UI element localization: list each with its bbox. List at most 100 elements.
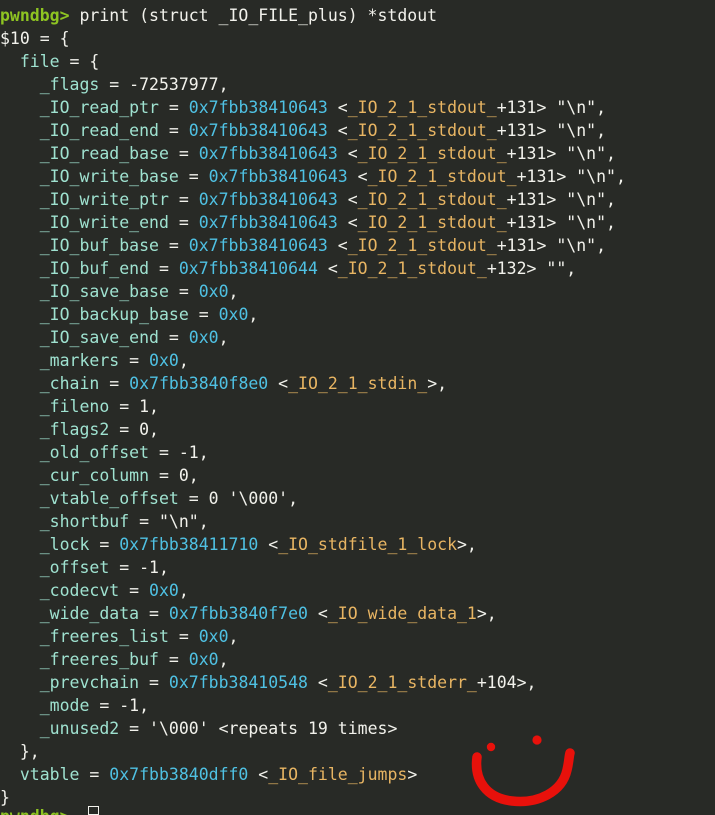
token-sym: _IO_2_1_stdout_	[337, 259, 487, 278]
terminal-line: _flags = -72537977,	[0, 73, 715, 96]
token-plain: <	[258, 535, 279, 554]
terminal-line: _prevchain = 0x7fbb38410548 <_IO_2_1_std…	[0, 671, 715, 694]
token-field: _flags	[39, 75, 100, 94]
token-plain: +131>	[506, 213, 567, 232]
token-plain: times>	[327, 719, 398, 738]
terminal-line: _shortbuf = "\n",	[0, 510, 715, 533]
token-sym: _IO_2_1_stdin_	[288, 374, 428, 393]
token-plain: <	[337, 190, 358, 209]
token-plain: =	[168, 144, 199, 163]
token-plain: ,	[248, 305, 259, 324]
token-plain: <	[327, 236, 348, 255]
token-plain: ,	[228, 282, 239, 301]
token-plain: =	[139, 673, 169, 692]
token-sym: _IO_2_1_stdout_	[357, 144, 507, 163]
token-plain: =	[119, 581, 150, 600]
token-str: "\n"	[158, 512, 199, 531]
terminal-line: _IO_save_base = 0x0,	[0, 280, 715, 303]
token-sym: _IO_wide_data_1	[327, 604, 477, 623]
token-field: _flags2	[39, 420, 110, 439]
token-addr: 0x7fbb38410643	[198, 190, 338, 209]
token-plain: =	[89, 696, 120, 715]
token-str: "\n"	[566, 213, 607, 232]
token-plain: =	[168, 627, 199, 646]
token-plain: =	[168, 282, 199, 301]
token-plain: ,	[606, 213, 616, 232]
token-str: "\n"	[556, 121, 597, 140]
token-addr: 0x0	[218, 305, 249, 324]
terminal-output: pwndbg> print (struct _IO_FILE_plus) *st…	[0, 4, 715, 809]
token-field: _IO_write_end	[39, 213, 169, 232]
token-sym: _IO_2_1_stdout_	[347, 98, 497, 117]
text-cursor[interactable]	[88, 806, 99, 815]
token-plain: +131>	[496, 236, 557, 255]
terminal-line: _IO_write_base = 0x7fbb38410643 <_IO_2_1…	[0, 165, 715, 188]
token-plain: <	[337, 213, 358, 232]
token-num: -1	[178, 443, 199, 462]
terminal-line: },	[0, 740, 715, 763]
token-plain: <	[268, 374, 289, 393]
token-num: -1	[119, 696, 140, 715]
token-plain: print (struct _IO_FILE_plus) *stdout	[69, 6, 438, 25]
token-addr: 0x7fbb38410643	[198, 213, 338, 232]
token-field: _mode	[39, 696, 90, 715]
token-plain: >,	[476, 604, 497, 623]
token-str: "\n"	[566, 144, 607, 163]
terminal-line: _offset = -1,	[0, 556, 715, 579]
token-plain: ,	[218, 650, 229, 669]
token-field: _IO_read_base	[39, 144, 169, 163]
token-plain: =	[178, 167, 209, 186]
terminal-line: _markers = 0x0,	[0, 349, 715, 372]
terminal-line: _codecvt = 0x0,	[0, 579, 715, 602]
token-plain: =	[109, 420, 140, 439]
token-field: vtable	[19, 765, 80, 784]
terminal-line: _IO_write_ptr = 0x7fbb38410643 <_IO_2_1_…	[0, 188, 715, 211]
terminal-line: _vtable_offset = 0 '\000',	[0, 487, 715, 510]
token-plain: =	[158, 236, 189, 255]
token-plain: ,	[198, 443, 209, 462]
token-plain: =	[149, 443, 179, 462]
token-str: ""	[546, 259, 567, 278]
terminal-window[interactable]: pwndbg> print (struct _IO_FILE_plus) *st…	[0, 0, 715, 815]
token-field: _markers	[39, 351, 120, 370]
token-field: _IO_save_end	[39, 328, 159, 347]
terminal-line: _IO_backup_base = 0x0,	[0, 303, 715, 326]
token-addr: 0x7fbb38410643	[188, 121, 328, 140]
token-str: "\n"	[556, 98, 597, 117]
token-plain: =	[158, 98, 189, 117]
token-plain: ,	[178, 581, 189, 600]
token-addr: 0x7fbb38410643	[188, 236, 328, 255]
token-plain: >	[407, 765, 418, 784]
token-plain: =	[99, 75, 130, 94]
terminal-line: $10 = {	[0, 27, 715, 50]
token-plain: '\000',	[218, 489, 299, 508]
token-plain: ,	[178, 351, 189, 370]
token-plain: <	[248, 765, 269, 784]
token-plain: ,	[139, 696, 150, 715]
token-field: _offset	[39, 558, 110, 577]
token-plain: ,	[596, 98, 607, 117]
token-addr: 0x0	[188, 328, 219, 347]
token-plain: =	[178, 489, 209, 508]
token-plain: =	[188, 305, 219, 324]
token-addr: 0x0	[149, 351, 179, 370]
token-field: _IO_buf_base	[39, 236, 159, 255]
token-field: _fileno	[39, 397, 110, 416]
token-field: _IO_read_end	[39, 121, 159, 140]
token-plain: = {	[59, 52, 100, 71]
token-plain: <	[317, 259, 338, 278]
token-plain: ,	[149, 397, 159, 416]
token-plain: >,	[457, 535, 477, 554]
token-plain: =	[129, 512, 159, 531]
